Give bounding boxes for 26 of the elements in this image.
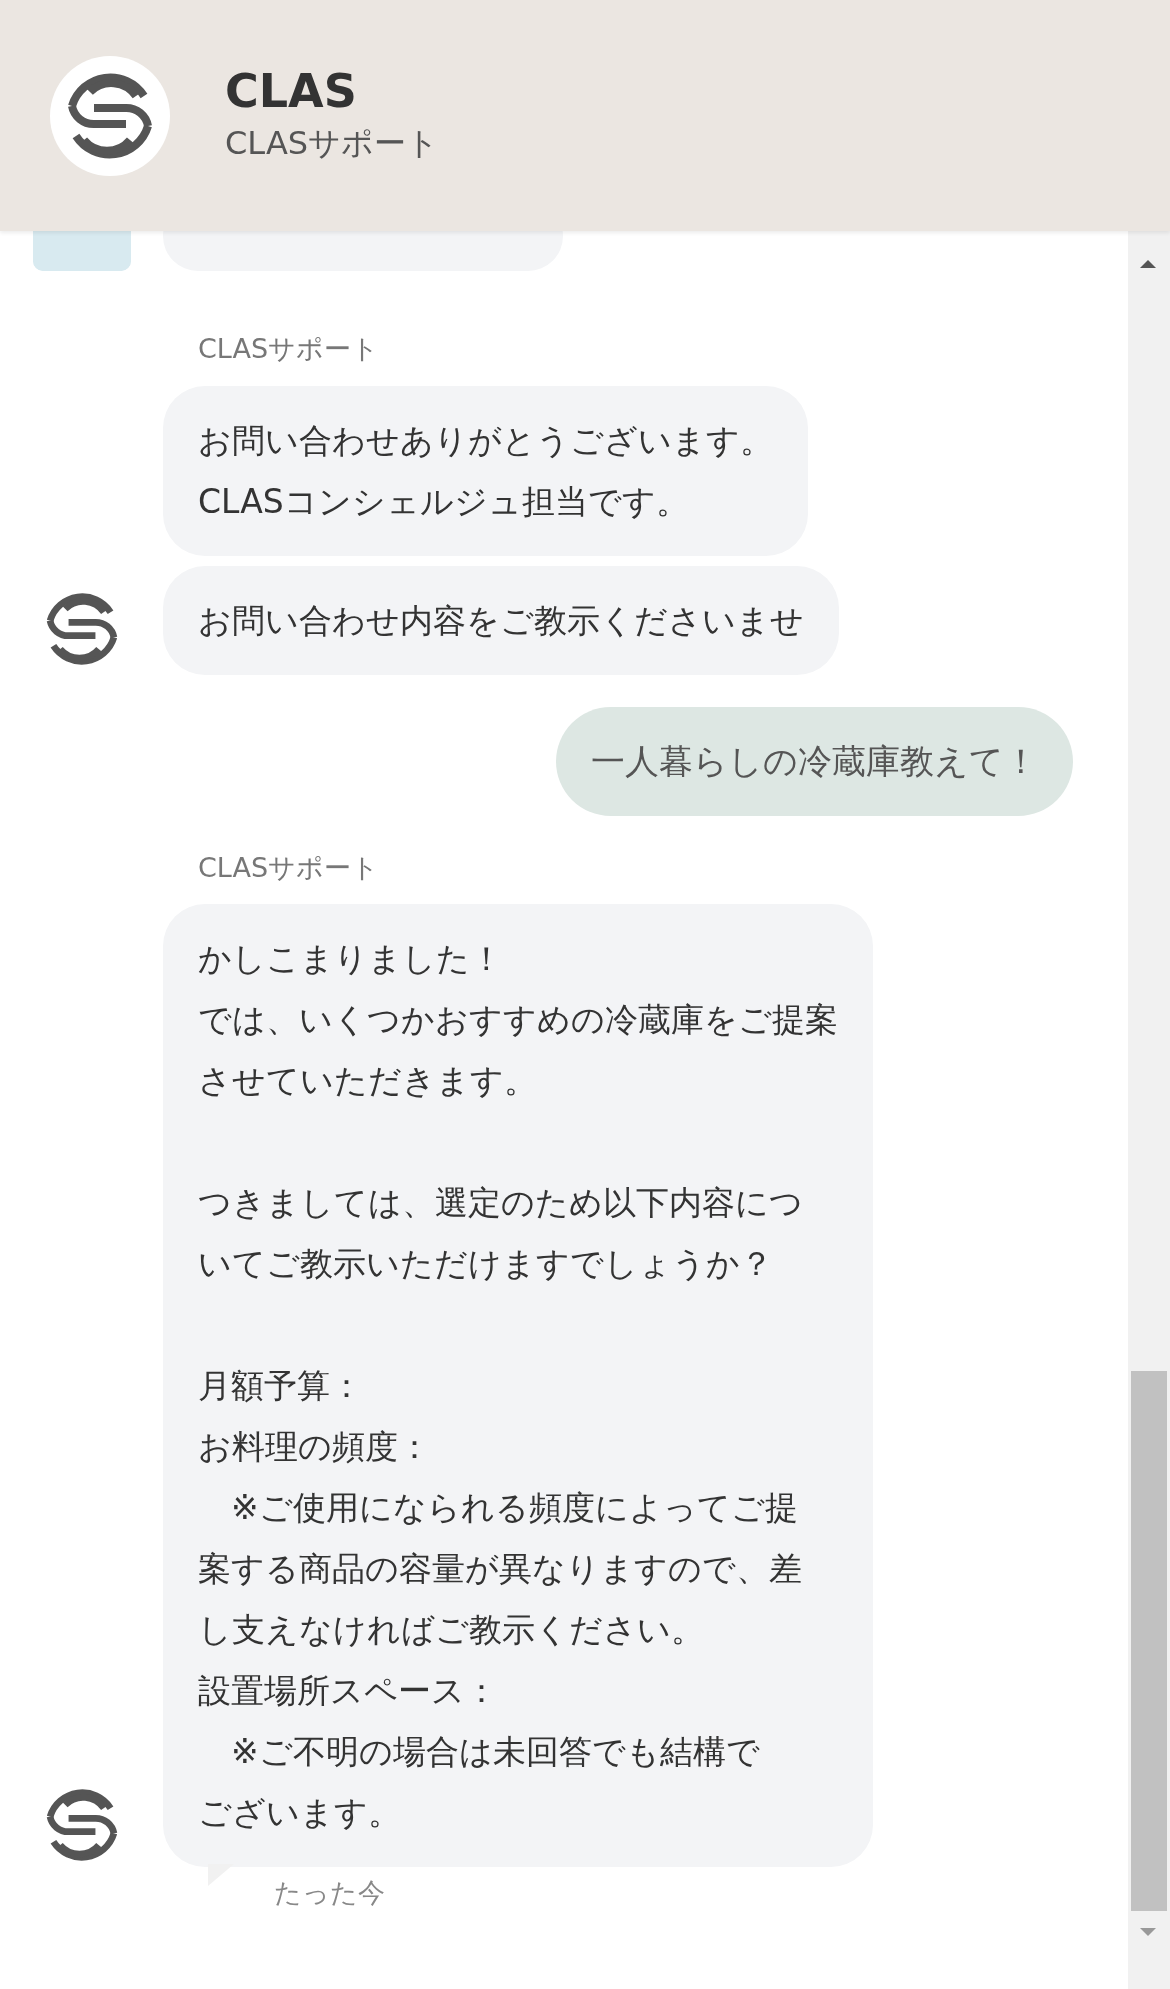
- message-text: 月額予算：: [198, 1365, 364, 1407]
- message-text: 設置場所スペース：: [198, 1670, 499, 1712]
- message-text: お問い合わせありがとうございます。: [198, 419, 773, 462]
- message-text: いてご教示いただけますでしょうか？: [198, 1243, 774, 1285]
- message-text: 案する商品の容量が異なりますので、差: [198, 1548, 803, 1590]
- chat-subtitle: CLASサポート: [225, 123, 440, 164]
- message-text: では、いくつかおすすめの冷蔵庫をご提案: [198, 999, 838, 1041]
- message-text: ※ご使用になられる頻度によってご提: [230, 1487, 799, 1529]
- message-text: ございます。: [198, 1792, 402, 1834]
- message-text: かしこまりました！: [198, 938, 504, 980]
- chat-title: CLAS: [225, 66, 358, 117]
- message-text: し支えなければご教示ください。: [198, 1609, 705, 1651]
- message-text: CLASコンシェルジュ担当です。: [198, 480, 690, 523]
- message-text: つきましては、選定のため以下内容につ: [198, 1182, 804, 1224]
- scroll-down-icon[interactable]: [1138, 1927, 1158, 1939]
- timestamp: たった今: [274, 1876, 385, 1910]
- message-text: お料理の頻度：: [198, 1426, 432, 1468]
- sender-name: CLASサポート: [198, 332, 380, 366]
- scrollbar[interactable]: [1128, 231, 1170, 1989]
- message-text: ※ご不明の場合は未回答でも結構で: [230, 1731, 761, 1773]
- message-text: させていただきます。: [198, 1060, 538, 1102]
- message-text: お問い合わせ内容をご教示くださいませ: [198, 599, 804, 642]
- sender-name: CLASサポート: [198, 850, 380, 885]
- message-text: 一人暮らしの冷蔵庫教えて！: [591, 739, 1038, 783]
- scroll-up-icon[interactable]: [1138, 257, 1158, 269]
- scrollbar-thumb[interactable]: [1131, 1371, 1167, 1911]
